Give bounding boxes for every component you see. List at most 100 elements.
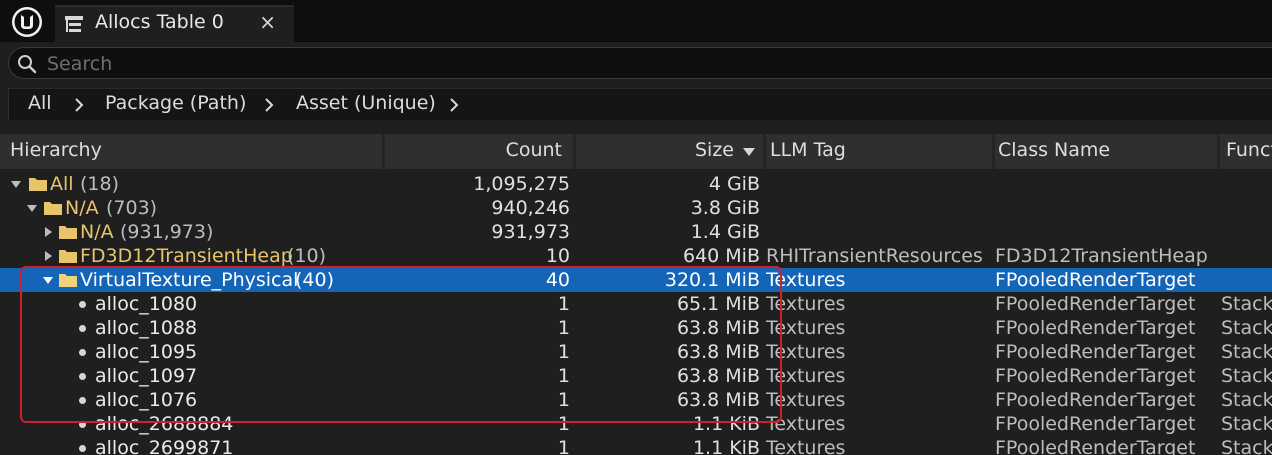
table-row[interactable]: N/A (931,973) 931,973 1.4 GiB (0, 220, 1272, 244)
row-size: 63.8 MiB (676, 317, 760, 339)
table-row[interactable]: alloc_1088 1 63.8 MiB Textures FPooledRe… (0, 316, 1272, 340)
row-size: 63.8 MiB (676, 365, 760, 387)
column-header-class-name[interactable]: Class Name (995, 134, 1217, 169)
row-group-count: (10) (287, 245, 327, 267)
row-size: 4 GiB (708, 173, 760, 195)
breadcrumb-asset-unique[interactable]: Asset (Unique) (296, 92, 436, 114)
row-llm-tag: Textures (766, 365, 846, 387)
breadcrumb-all[interactable]: All (28, 92, 52, 114)
row-function: Stack (1221, 341, 1272, 363)
row-group-count: (18) (80, 173, 120, 195)
leaf-bullet-icon (79, 397, 86, 404)
search-input[interactable] (45, 50, 1249, 78)
row-count: 1 (557, 413, 570, 435)
column-header-count[interactable]: Count (385, 134, 573, 169)
row-size: 63.8 MiB (676, 341, 760, 363)
row-count: 940,246 (491, 197, 570, 219)
leaf-bullet-icon (79, 301, 86, 308)
column-header-hierarchy[interactable]: Hierarchy (0, 134, 382, 169)
row-name: alloc_1095 (95, 341, 198, 363)
row-name: VirtualTexture_Physical (80, 269, 299, 291)
table-row[interactable]: alloc_1095 1 63.8 MiB Textures FPooledRe… (0, 340, 1272, 364)
table-row[interactable]: N/A (703) 940,246 3.8 GiB (0, 196, 1272, 220)
row-count: 1,095,275 (473, 173, 570, 195)
table-row[interactable]: alloc_2699871 1 1.1 KiB Textures FPooled… (0, 436, 1272, 455)
row-function: Stack (1221, 365, 1272, 387)
row-llm-tag: Textures (766, 293, 846, 315)
row-name: N/A (80, 221, 114, 243)
row-count: 1 (557, 341, 570, 363)
table-row[interactable]: All (18) 1,095,275 4 GiB (0, 172, 1272, 196)
row-class-name: FPooledRenderTarget (995, 293, 1196, 315)
table-row[interactable]: alloc_1097 1 63.8 MiB Textures FPooledRe… (0, 364, 1272, 388)
row-class-name: FPooledRenderTarget (995, 413, 1196, 435)
chevron-right-icon[interactable] (448, 97, 460, 113)
row-llm-tag: Textures (766, 341, 846, 363)
leaf-bullet-icon (79, 445, 86, 452)
column-header-function[interactable]: Funct (1220, 134, 1272, 169)
folder-icon (59, 226, 77, 239)
tab-bar: Allocs Table 0 × (0, 0, 1272, 44)
table-row[interactable]: alloc_1080 1 65.1 MiB Textures FPooledRe… (0, 292, 1272, 316)
row-size: 1.4 GiB (690, 221, 760, 243)
row-size: 65.1 MiB (676, 293, 760, 315)
row-size: 1.1 KiB (692, 437, 760, 455)
expanded-arrow-icon[interactable] (26, 202, 38, 214)
close-icon[interactable]: × (259, 10, 276, 34)
row-count: 1 (557, 317, 570, 339)
row-group-count: (931,973) (120, 221, 214, 243)
row-llm-tag: Textures (766, 389, 846, 411)
column-header-llm-tag[interactable]: LLM Tag (766, 134, 992, 169)
tab-allocs-table[interactable]: Allocs Table 0 × (55, 5, 294, 42)
row-size: 1.1 KiB (692, 413, 760, 435)
row-name: alloc_2699871 (95, 437, 234, 455)
row-class-name: FPooledRenderTarget (995, 317, 1196, 339)
collapsed-arrow-icon[interactable] (42, 250, 54, 262)
row-size: 63.8 MiB (676, 389, 760, 411)
row-group-count: (703) (106, 197, 158, 219)
leaf-bullet-icon (79, 325, 86, 332)
expanded-arrow-icon[interactable] (10, 178, 22, 190)
leaf-bullet-icon (79, 349, 86, 356)
breadcrumb-package-path[interactable]: Package (Path) (105, 92, 246, 114)
expanded-arrow-icon[interactable] (42, 274, 54, 286)
folder-icon (59, 274, 77, 287)
row-llm-tag: Textures (766, 317, 846, 339)
row-function: Stack (1221, 437, 1272, 455)
row-count: 1 (557, 389, 570, 411)
row-function: Stack (1221, 389, 1272, 411)
table-row[interactable]: alloc_2688884 1 1.1 KiB Textures FPooled… (0, 412, 1272, 436)
folder-icon (29, 178, 47, 191)
row-name: FD3D12TransientHeap (80, 245, 293, 267)
row-name: All (50, 173, 74, 195)
column-header-size[interactable]: Size (576, 134, 763, 169)
row-name: alloc_1080 (95, 293, 198, 315)
table-row-selected[interactable]: VirtualTexture_Physical (40) 40 320.1 Mi… (0, 268, 1272, 292)
row-name: alloc_1076 (95, 389, 198, 411)
search-icon (18, 55, 37, 74)
tab-title: Allocs Table 0 (95, 11, 224, 33)
row-size: 320.1 MiB (664, 269, 760, 291)
row-group-count: (40) (295, 269, 335, 291)
table-row[interactable]: alloc_1076 1 63.8 MiB Textures FPooledRe… (0, 388, 1272, 412)
row-function: Stack (1221, 293, 1272, 315)
row-count: 1 (557, 293, 570, 315)
row-count: 10 (545, 245, 570, 267)
hierarchy-table-icon (65, 16, 83, 32)
table-row[interactable]: FD3D12TransientHeap (10) 10 640 MiB RHIT… (0, 244, 1272, 268)
sort-descending-icon (743, 148, 755, 156)
collapsed-arrow-icon[interactable] (42, 226, 54, 238)
breadcrumb: All Package (Path) Asset (Unique) (8, 88, 1272, 120)
row-size: 3.8 GiB (690, 197, 760, 219)
row-llm-tag: RHITransientResources (766, 245, 983, 267)
chevron-right-icon[interactable] (263, 97, 275, 113)
search-box[interactable] (8, 47, 1272, 79)
leaf-bullet-icon (79, 373, 86, 380)
chevron-right-icon[interactable] (73, 97, 85, 113)
row-name: alloc_2688884 (95, 413, 234, 435)
row-count: 1 (557, 365, 570, 387)
leaf-bullet-icon (79, 421, 86, 428)
row-function: Stack (1221, 317, 1272, 339)
table-header: Hierarchy Count Size LLM Tag Class Name … (0, 134, 1272, 169)
unreal-logo-icon[interactable] (10, 5, 44, 39)
